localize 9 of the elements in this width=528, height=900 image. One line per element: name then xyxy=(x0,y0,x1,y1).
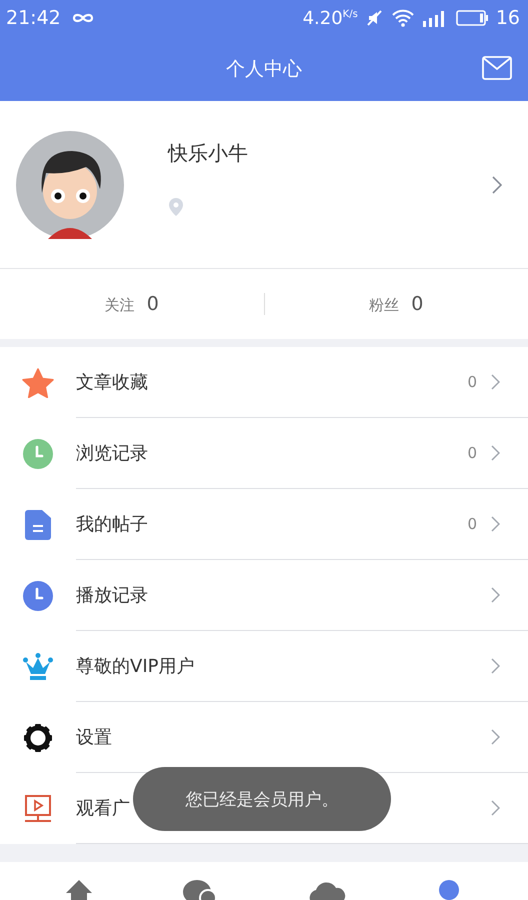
network-speed: 4.20$^{K/s}$ xyxy=(302,8,358,28)
item-count: 0 xyxy=(467,515,477,533)
item-count: 0 xyxy=(467,373,477,391)
item-count: 0 xyxy=(467,444,477,462)
user-name: 快乐小牛 xyxy=(168,140,249,167)
battery-level: 16 xyxy=(496,7,520,29)
page-title: 个人中心 xyxy=(226,56,302,82)
status-time: 21:42 xyxy=(6,7,61,29)
member-status-toast: 您已经是会员用户。 xyxy=(133,767,391,831)
